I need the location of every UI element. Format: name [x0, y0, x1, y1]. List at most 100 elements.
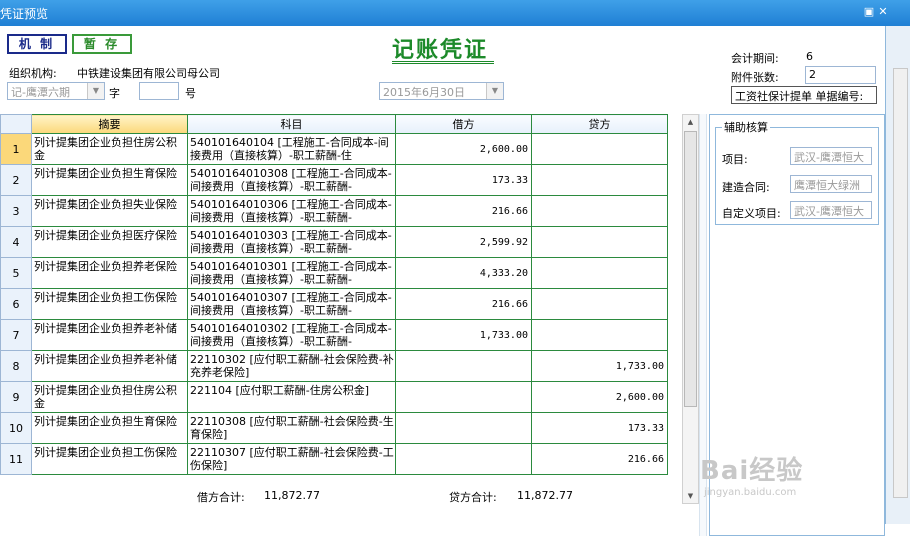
org-label: 组织机构: — [9, 67, 57, 80]
credit-cell[interactable] — [531, 257, 668, 289]
summary-cell[interactable]: 列计提集团企业负担生育保险 — [31, 164, 188, 196]
table-row[interactable]: 1 列计提集团企业负担住房公积金 540101640104 [工程施工-合同成本-间… — [0, 133, 668, 165]
row-number[interactable]: 10 — [0, 412, 32, 444]
table-row[interactable]: 9 列计提集团企业负担住房公积金 221104 [应付职工薪酬-住房公积金] 2,60… — [0, 381, 668, 413]
table-row[interactable]: 11 列计提集团企业负担工伤保险 22110307 [应付职工薪酬-社会保险费-工伤… — [0, 443, 668, 475]
debit-header[interactable]: 借方 — [395, 114, 532, 134]
credit-header[interactable]: 贷方 — [531, 114, 668, 134]
table-row[interactable]: 5 列计提集团企业负担养老保险 54010164010301 [工程施工-合同成本-… — [0, 257, 668, 289]
summary-cell-text: 列计提集团企业负担住房公积金 — [34, 136, 177, 162]
outer-scrollbar[interactable] — [893, 68, 908, 498]
row-number[interactable]: 4 — [0, 226, 32, 258]
debit-cell[interactable]: 2,600.00 — [395, 133, 532, 165]
account-cell[interactable]: 22110302 [应付职工薪酬-社会保险费-补充养老保险] — [187, 350, 396, 382]
summary-cell-text: 列计提集团企业负担养老补储 — [34, 322, 177, 335]
credit-cell[interactable]: 173.33 — [531, 412, 668, 444]
row-number[interactable]: 9 — [0, 381, 32, 413]
project-label: 项目: — [722, 153, 748, 166]
summary-cell[interactable]: 列计提集团企业负担养老补储 — [31, 350, 188, 382]
summary-header[interactable]: 摘要 — [31, 114, 188, 134]
table-row[interactable]: 7 列计提集团企业负担养老补储 54010164010302 [工程施工-合同成本-… — [0, 319, 668, 351]
credit-cell[interactable] — [531, 133, 668, 165]
account-cell-text: 221104 [应付职工薪酬-住房公积金] — [190, 384, 370, 397]
account-cell-text: 54010164010302 [工程施工-合同成本-间接费用（直接核算）-职工薪… — [190, 322, 392, 348]
row-number[interactable]: 2 — [0, 164, 32, 196]
scroll-up-icon[interactable]: ▲ — [683, 115, 698, 129]
table-row[interactable]: 8 列计提集团企业负担养老补储 22110302 [应付职工薪酬-社会保险费-补充养… — [0, 350, 668, 382]
account-cell[interactable]: 22110308 [应付职工薪酬-社会保险费-生育保险] — [187, 412, 396, 444]
row-number[interactable]: 1 — [0, 133, 32, 165]
debit-cell[interactable] — [395, 443, 532, 475]
debit-cell[interactable]: 2,599.92 — [395, 226, 532, 258]
credit-cell[interactable] — [531, 226, 668, 258]
table-row[interactable]: 4 列计提集团企业负担医疗保险 54010164010303 [工程施工-合同成本-… — [0, 226, 668, 258]
account-cell[interactable]: 54010164010302 [工程施工-合同成本-间接费用（直接核算）-职工薪… — [187, 319, 396, 351]
credit-cell[interactable] — [531, 319, 668, 351]
credit-cell[interactable] — [531, 195, 668, 227]
account-header[interactable]: 科目 — [187, 114, 396, 134]
table-row[interactable]: 6 列计提集团企业负担工伤保险 54010164010307 [工程施工-合同成本-… — [0, 288, 668, 320]
window-restore-icon[interactable]: ▣ — [862, 5, 876, 19]
grid-scrollbar[interactable]: ▲ ▼ — [682, 114, 699, 504]
scroll-down-icon[interactable]: ▼ — [683, 489, 698, 503]
account-cell[interactable]: 22110307 [应付职工薪酬-社会保险费-工伤保险] — [187, 443, 396, 475]
voucher-number-field[interactable] — [139, 82, 179, 100]
table-row[interactable]: 2 列计提集团企业负担生育保险 54010164010308 [工程施工-合同成本-… — [0, 164, 668, 196]
debit-cell[interactable] — [395, 412, 532, 444]
summary-cell[interactable]: 列计提集团企业负担养老保险 — [31, 257, 188, 289]
row-number[interactable]: 11 — [0, 443, 32, 475]
debit-cell[interactable]: 1,733.00 — [395, 319, 532, 351]
account-cell[interactable]: 221104 [应付职工薪酬-住房公积金] — [187, 381, 396, 413]
account-cell[interactable]: 54010164010308 [工程施工-合同成本-间接费用（直接核算）-职工薪… — [187, 164, 396, 196]
doc-number-label: 工资社保计提单 单据编号: — [731, 86, 877, 104]
period-value: 6 — [806, 50, 813, 63]
account-cell[interactable]: 54010164010303 [工程施工-合同成本-间接费用（直接核算）-职工薪… — [187, 226, 396, 258]
debit-cell[interactable]: 4,333.20 — [395, 257, 532, 289]
custom-project-field[interactable]: 武汉-鹰潭恒大 — [790, 201, 872, 219]
credit-cell[interactable] — [531, 288, 668, 320]
summary-cell[interactable]: 列计提集团企业负担工伤保险 — [31, 443, 188, 475]
attachments-field[interactable]: 2 — [805, 66, 876, 84]
row-number[interactable]: 3 — [0, 195, 32, 227]
credit-cell[interactable]: 2,600.00 — [531, 381, 668, 413]
account-cell[interactable]: 54010164010307 [工程施工-合同成本-间接费用（直接核算）-职工薪… — [187, 288, 396, 320]
jizhi-button[interactable]: 机 制 — [7, 34, 67, 54]
account-cell[interactable]: 54010164010301 [工程施工-合同成本-间接费用（直接核算）-职工薪… — [187, 257, 396, 289]
debit-total-value: 11,872.77 — [264, 489, 320, 502]
close-icon[interactable]: ✕ — [876, 5, 890, 19]
credit-cell[interactable]: 216.66 — [531, 443, 668, 475]
credit-cell[interactable] — [531, 164, 668, 196]
summary-cell[interactable]: 列计提集团企业负担养老补储 — [31, 319, 188, 351]
debit-cell[interactable] — [395, 350, 532, 382]
scroll-thumb[interactable] — [684, 131, 697, 407]
debit-cell[interactable] — [395, 381, 532, 413]
chevron-down-icon[interactable]: ▼ — [87, 83, 104, 99]
table-row[interactable]: 10 列计提集团企业负担生育保险 22110308 [应付职工薪酬-社会保险费-生育… — [0, 412, 668, 444]
summary-cell[interactable]: 列计提集团企业负担医疗保险 — [31, 226, 188, 258]
account-cell[interactable]: 540101640104 [工程施工-合同成本-间接费用（直接核算）-职工薪酬-… — [187, 133, 396, 165]
period-label: 会计期间: — [731, 52, 779, 65]
contract-field[interactable]: 鹰潭恒大绿洲 — [790, 175, 872, 193]
project-field[interactable]: 武汉-鹰潭恒大 — [790, 147, 872, 165]
summary-cell[interactable]: 列计提集团企业负担生育保险 — [31, 412, 188, 444]
summary-cell[interactable]: 列计提集团企业负担失业保险 — [31, 195, 188, 227]
row-number[interactable]: 8 — [0, 350, 32, 382]
debit-cell[interactable]: 216.66 — [395, 195, 532, 227]
summary-cell[interactable]: 列计提集团企业负担住房公积金 — [31, 133, 188, 165]
watermark-url: jingyan.baidu.com — [704, 487, 797, 498]
debit-cell[interactable]: 173.33 — [395, 164, 532, 196]
summary-cell[interactable]: 列计提集团企业负担工伤保险 — [31, 288, 188, 320]
zancun-button[interactable]: 暂 存 — [72, 34, 132, 54]
table-row[interactable]: 3 列计提集团企业负担失业保险 54010164010306 [工程施工-合同成本-… — [0, 195, 668, 227]
entries-grid: 摘要 科目 借方 贷方 1 列计提集团企业负担住房公积金 540101640104 … — [0, 114, 668, 475]
row-number[interactable]: 7 — [0, 319, 32, 351]
credit-cell[interactable]: 1,733.00 — [531, 350, 668, 382]
voucher-type-value: 记-鹰潭六期 — [11, 86, 70, 99]
chevron-down-icon[interactable]: ▼ — [486, 83, 503, 99]
summary-cell[interactable]: 列计提集团企业负担住房公积金 — [31, 381, 188, 413]
zi-label: 字 — [109, 87, 120, 100]
account-cell[interactable]: 54010164010306 [工程施工-合同成本-间接费用（直接核算）-职工薪… — [187, 195, 396, 227]
row-number[interactable]: 6 — [0, 288, 32, 320]
debit-cell[interactable]: 216.66 — [395, 288, 532, 320]
row-number[interactable]: 5 — [0, 257, 32, 289]
